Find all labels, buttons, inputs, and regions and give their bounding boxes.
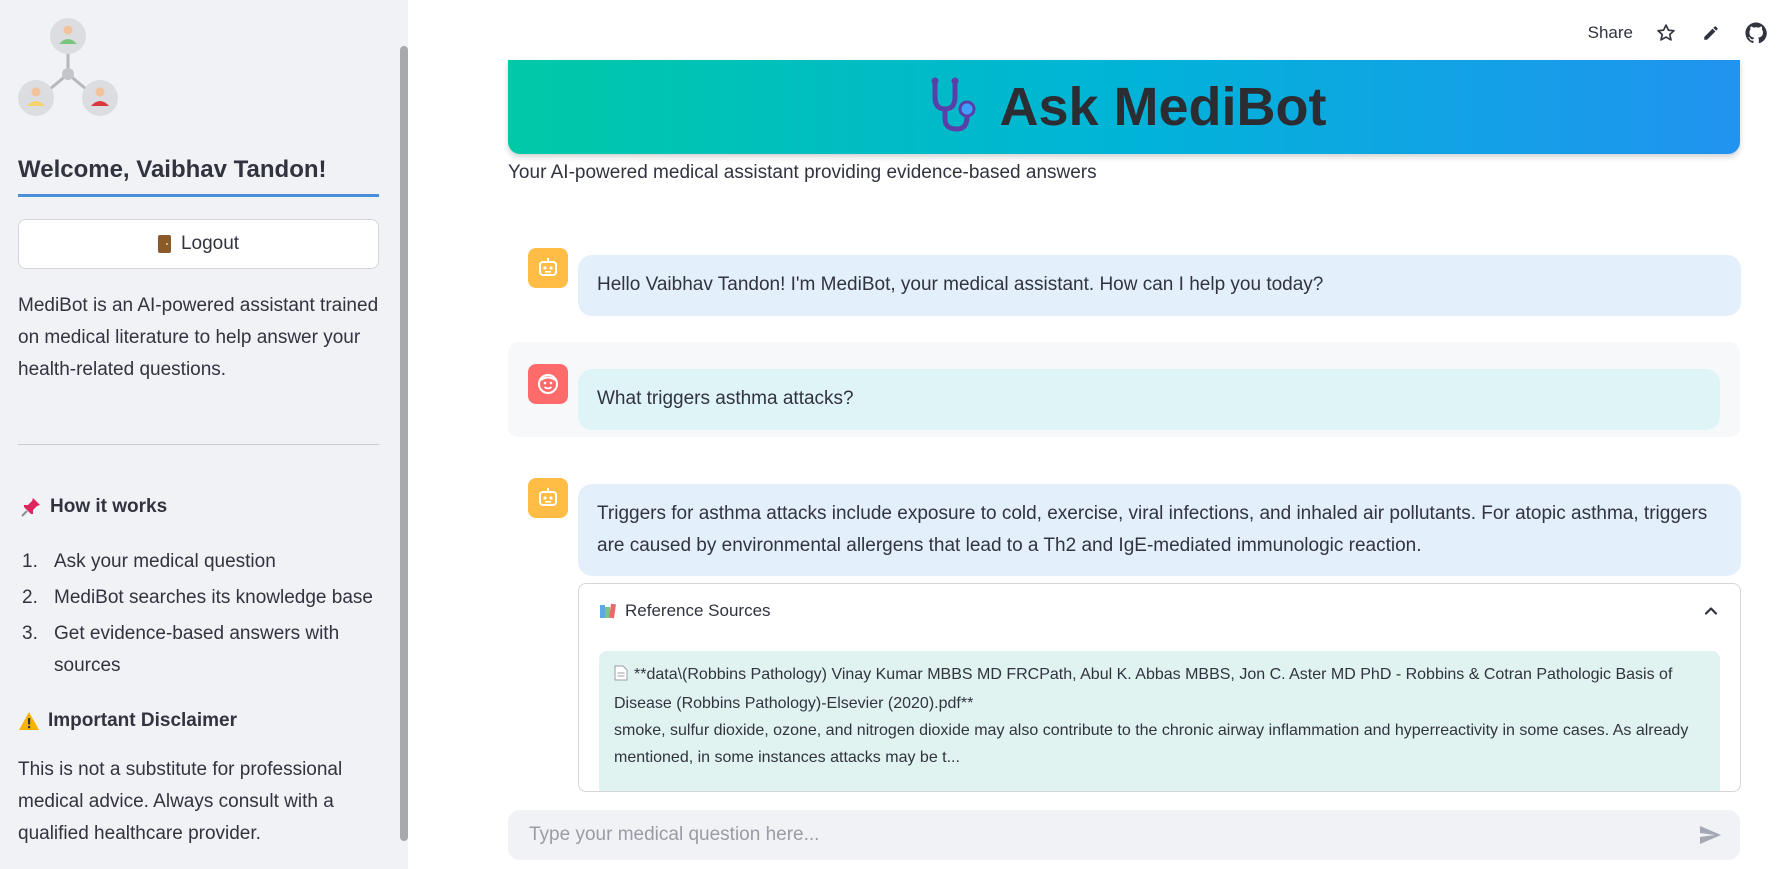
bot-avatar bbox=[528, 248, 568, 288]
step-number: 3. bbox=[22, 623, 38, 644]
header-banner: Ask MediBot bbox=[508, 60, 1740, 154]
about-text: MediBot is an AI-powered assistant train… bbox=[18, 295, 379, 380]
reference-card: **data\(Robbins Pathology) Vinay Kumar M… bbox=[599, 651, 1720, 791]
step-text: Ask your medical question bbox=[54, 551, 276, 572]
network-users-logo bbox=[16, 16, 120, 120]
how-it-works-steps: 1. Ask your medical question 2. MediBot … bbox=[22, 546, 382, 686]
sidebar: Welcome, Vaibhav Tandon! Logout MediBot … bbox=[0, 0, 408, 869]
user-avatar bbox=[528, 364, 568, 404]
reference-source: **data\(Robbins Pathology) Vinay Kumar M… bbox=[614, 661, 1705, 717]
reference-sources-expander: Reference Sources **data\(Robbins Pathol… bbox=[578, 583, 1741, 792]
step-item: 3. Get evidence-based answers with sourc… bbox=[22, 618, 382, 682]
assistant-message: Hello Vaibhav Tandon! I'm MediBot, your … bbox=[578, 255, 1741, 316]
app-toolbar: Share bbox=[1588, 18, 1790, 48]
reference-sources-toggle[interactable]: Reference Sources bbox=[599, 601, 771, 621]
user-face-icon bbox=[538, 374, 558, 394]
step-number: 2. bbox=[22, 587, 38, 608]
disclaimer-title: Important Disclaimer bbox=[48, 710, 237, 731]
welcome-heading: Welcome, Vaibhav Tandon! bbox=[18, 156, 327, 183]
step-text: MediBot searches its knowledge base bbox=[54, 587, 373, 608]
assistant-message: Triggers for asthma attacks include expo… bbox=[578, 484, 1741, 576]
logout-label: Logout bbox=[180, 233, 240, 254]
step-item: 2. MediBot searches its knowledge base bbox=[22, 582, 382, 614]
star-icon[interactable] bbox=[1655, 22, 1677, 44]
bot-avatar bbox=[528, 478, 568, 518]
sidebar-scrollbar[interactable] bbox=[400, 46, 408, 841]
logout-button[interactable]: Logout bbox=[18, 219, 379, 269]
document-icon bbox=[614, 663, 628, 690]
reference-excerpt: smoke, sulfur dioxide, ozone, and nitrog… bbox=[614, 722, 1689, 766]
step-item: 1. Ask your medical question bbox=[22, 546, 382, 578]
step-number: 1. bbox=[22, 551, 38, 572]
page-title: Ask MediBot bbox=[999, 77, 1327, 137]
robot-icon bbox=[539, 488, 557, 506]
step-text: Get evidence-based answers with sources bbox=[54, 623, 340, 676]
disclaimer-heading: Important Disclaimer bbox=[18, 710, 237, 732]
reference-sources-title: Reference Sources bbox=[625, 601, 771, 620]
welcome-underline bbox=[18, 194, 379, 197]
github-icon[interactable] bbox=[1745, 22, 1767, 44]
chat-input[interactable] bbox=[508, 810, 1690, 860]
pushpin-icon bbox=[20, 496, 42, 518]
user-message: What triggers asthma attacks? bbox=[578, 369, 1720, 430]
warning-icon bbox=[18, 711, 40, 731]
chat-input-bar bbox=[508, 810, 1740, 860]
send-icon[interactable] bbox=[1690, 815, 1730, 855]
sidebar-divider bbox=[18, 444, 379, 445]
how-it-works-heading: How it works bbox=[20, 496, 167, 518]
share-button[interactable]: Share bbox=[1588, 23, 1633, 43]
robot-icon bbox=[539, 258, 557, 276]
disclaimer-text: This is not a substitute for professiona… bbox=[18, 759, 343, 844]
door-icon bbox=[157, 235, 171, 253]
edit-pencil-icon[interactable] bbox=[1700, 22, 1722, 44]
stethoscope-icon bbox=[921, 75, 981, 140]
books-icon bbox=[599, 602, 617, 620]
how-it-works-title: How it works bbox=[50, 496, 168, 517]
chevron-up-icon[interactable] bbox=[1702, 602, 1720, 620]
reference-source-text: **data\(Robbins Pathology) Vinay Kumar M… bbox=[614, 666, 1673, 712]
page-subtitle: Your AI-powered medical assistant provid… bbox=[508, 162, 1097, 183]
